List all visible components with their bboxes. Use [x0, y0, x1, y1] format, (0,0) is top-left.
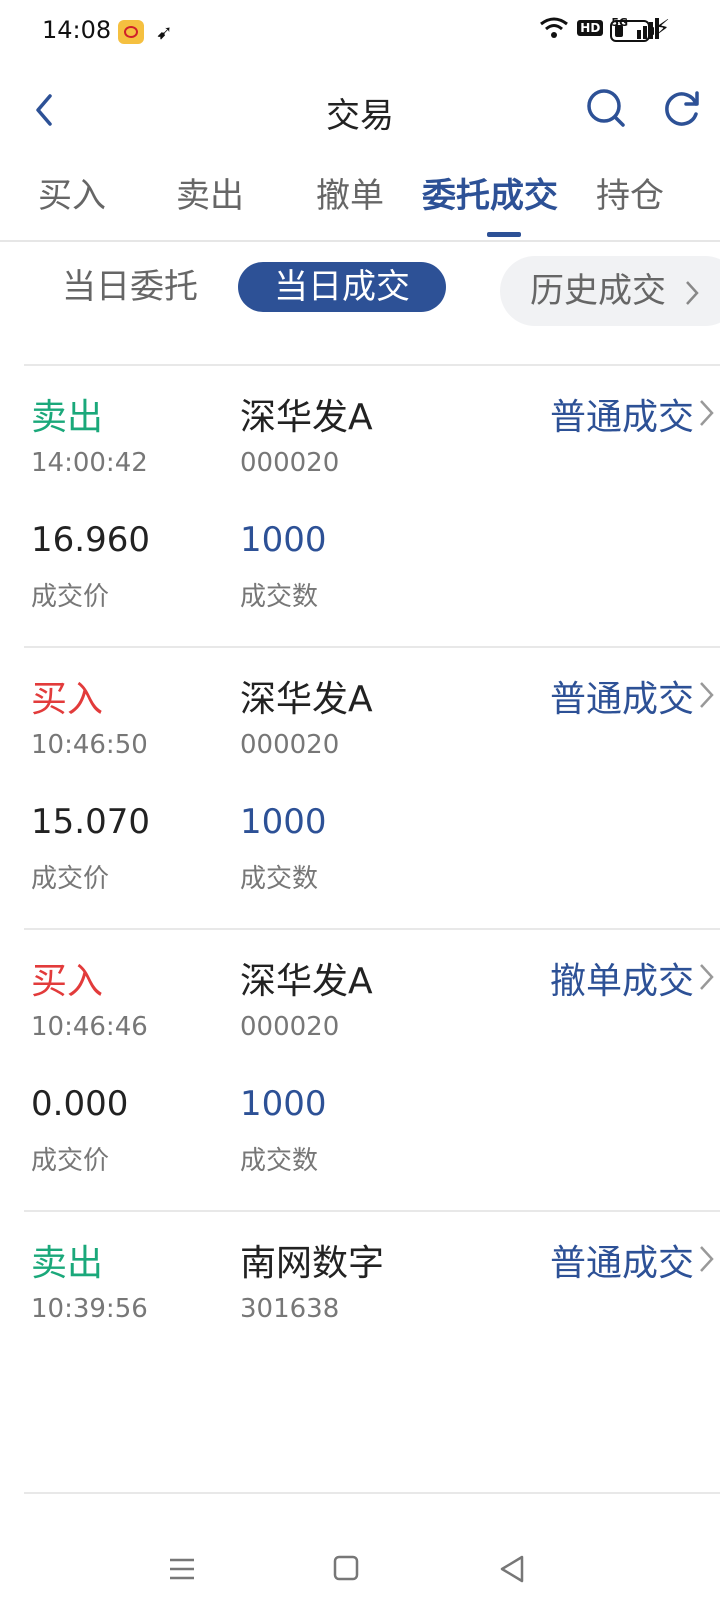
deal-record[interactable]: 卖出 10:39:56 南网数字 301638 普通成交 — [24, 1212, 720, 1494]
deal-type: 卖出 — [31, 1243, 104, 1284]
deal-quantity-label: 成交数 — [240, 864, 319, 894]
deal-time: 10:46:46 — [31, 1012, 148, 1042]
tab-buy[interactable]: 买入 — [0, 168, 144, 217]
deal-record[interactable]: 买入 10:46:46 深华发A 000020 撤单成交 0.000 成交价 1000 成交数 — [24, 930, 720, 1212]
refresh-button[interactable] — [656, 82, 708, 134]
deal-time: 10:46:50 — [31, 730, 148, 760]
deal-time: 14:00:42 — [31, 448, 148, 478]
stock-code: 000020 — [240, 730, 340, 760]
deal-time: 10:39:56 — [31, 1294, 148, 1324]
stock-name: 深华发A — [240, 679, 373, 720]
deal-quantity: 1000 — [240, 520, 327, 560]
navigation-bar: 交易 — [0, 70, 720, 150]
home-button[interactable] — [326, 1552, 366, 1586]
chevron-right-icon — [685, 280, 699, 305]
subtab-history-label: 历史成交 — [530, 271, 666, 311]
deal-price-label: 成交价 — [31, 1146, 110, 1176]
stock-name: 深华发A — [240, 397, 373, 438]
search-button[interactable] — [580, 82, 632, 134]
stock-name: 深华发A — [240, 961, 373, 1002]
wifi-icon — [540, 17, 569, 38]
deal-quantity: 1000 — [240, 802, 327, 842]
menu-icon — [170, 1558, 194, 1580]
deal-quantity-label: 成交数 — [240, 330, 318, 331]
stock-code: 000020 — [240, 1012, 340, 1042]
hd-badge: HD — [577, 20, 604, 36]
deal-price: 16.960 — [31, 520, 150, 560]
deal-status[interactable]: 普通成交 — [550, 670, 694, 722]
deal-status[interactable]: 撤单成交 — [550, 952, 694, 1004]
deal-quantity-label: 成交数 — [240, 1146, 319, 1176]
deal-quantity-label: 成交数 — [240, 582, 319, 612]
tab-orders-deals[interactable]: 委托成交 — [418, 168, 562, 217]
deal-price: 0.000 — [31, 1084, 129, 1124]
deal-quantity: 1000 — [240, 1084, 327, 1124]
deal-type: 买入 — [31, 961, 104, 1002]
deal-status[interactable]: 普通成交 — [550, 1234, 694, 1286]
search-icon — [587, 89, 625, 127]
app-icon: ➹ — [156, 20, 173, 44]
back-nav-button[interactable] — [492, 1552, 532, 1586]
chevron-right-icon — [700, 400, 714, 426]
chevron-right-icon — [700, 964, 714, 990]
refresh-icon — [665, 91, 699, 126]
status-time: 14:08 — [42, 16, 112, 44]
home-icon — [333, 1555, 359, 1581]
active-tab-indicator — [487, 232, 521, 237]
deal-type: 买入 — [31, 679, 104, 720]
chevron-right-icon — [700, 682, 714, 708]
sub-tabs: 当日委托 当日成交 历史成交 — [0, 246, 720, 328]
tab-sell[interactable]: 卖出 — [138, 168, 282, 217]
deal-list[interactable]: 卖出14:04:18深华发A000020普通成交16.960成交价400成交数卖… — [0, 330, 720, 1522]
status-bar: 14:08 ➹ HD 5G ⚡ — [0, 0, 720, 64]
battery-icon — [610, 20, 654, 42]
system-nav-bar — [0, 1522, 720, 1612]
weibo-icon — [118, 20, 144, 44]
trade-tabs: 买入 卖出 撤单 委托成交 持仓 — [0, 160, 720, 242]
deal-record[interactable]: 卖出 14:00:42 深华发A 000020 普通成交 16.960 成交价 1000 成交数 — [24, 366, 720, 648]
chevron-right-icon — [700, 1246, 714, 1272]
tab-cancel[interactable]: 撤单 — [278, 168, 422, 217]
subtab-today-deals[interactable]: 当日成交 — [238, 262, 446, 312]
deal-price: 15.070 — [31, 802, 150, 842]
deal-type: 卖出 — [31, 397, 104, 438]
deal-record[interactable]: 卖出14:04:18深华发A000020普通成交16.960成交价400成交数 — [24, 330, 720, 366]
tab-positions[interactable]: 持仓 — [558, 168, 702, 217]
subtab-today-orders[interactable]: 当日委托 — [62, 262, 198, 312]
deal-price-label: 成交价 — [31, 330, 109, 331]
stock-code: 301638 — [240, 1294, 340, 1324]
deal-list-content: 卖出14:04:18深华发A000020普通成交16.960成交价400成交数卖… — [0, 330, 720, 1494]
deal-price-label: 成交价 — [31, 864, 110, 894]
back-triangle-icon — [500, 1555, 524, 1583]
menu-button[interactable] — [162, 1552, 202, 1586]
deal-status[interactable]: 普通成交 — [550, 388, 694, 440]
stock-code: 000020 — [240, 448, 340, 478]
subtab-history-deals[interactable]: 历史成交 — [500, 256, 720, 326]
deal-price-label: 成交价 — [31, 582, 110, 612]
deal-record[interactable]: 买入 10:46:50 深华发A 000020 普通成交 15.070 成交价 1000 成交数 — [24, 648, 720, 930]
charging-icon: ⚡ — [654, 16, 670, 41]
stock-name: 南网数字 — [240, 1243, 385, 1284]
